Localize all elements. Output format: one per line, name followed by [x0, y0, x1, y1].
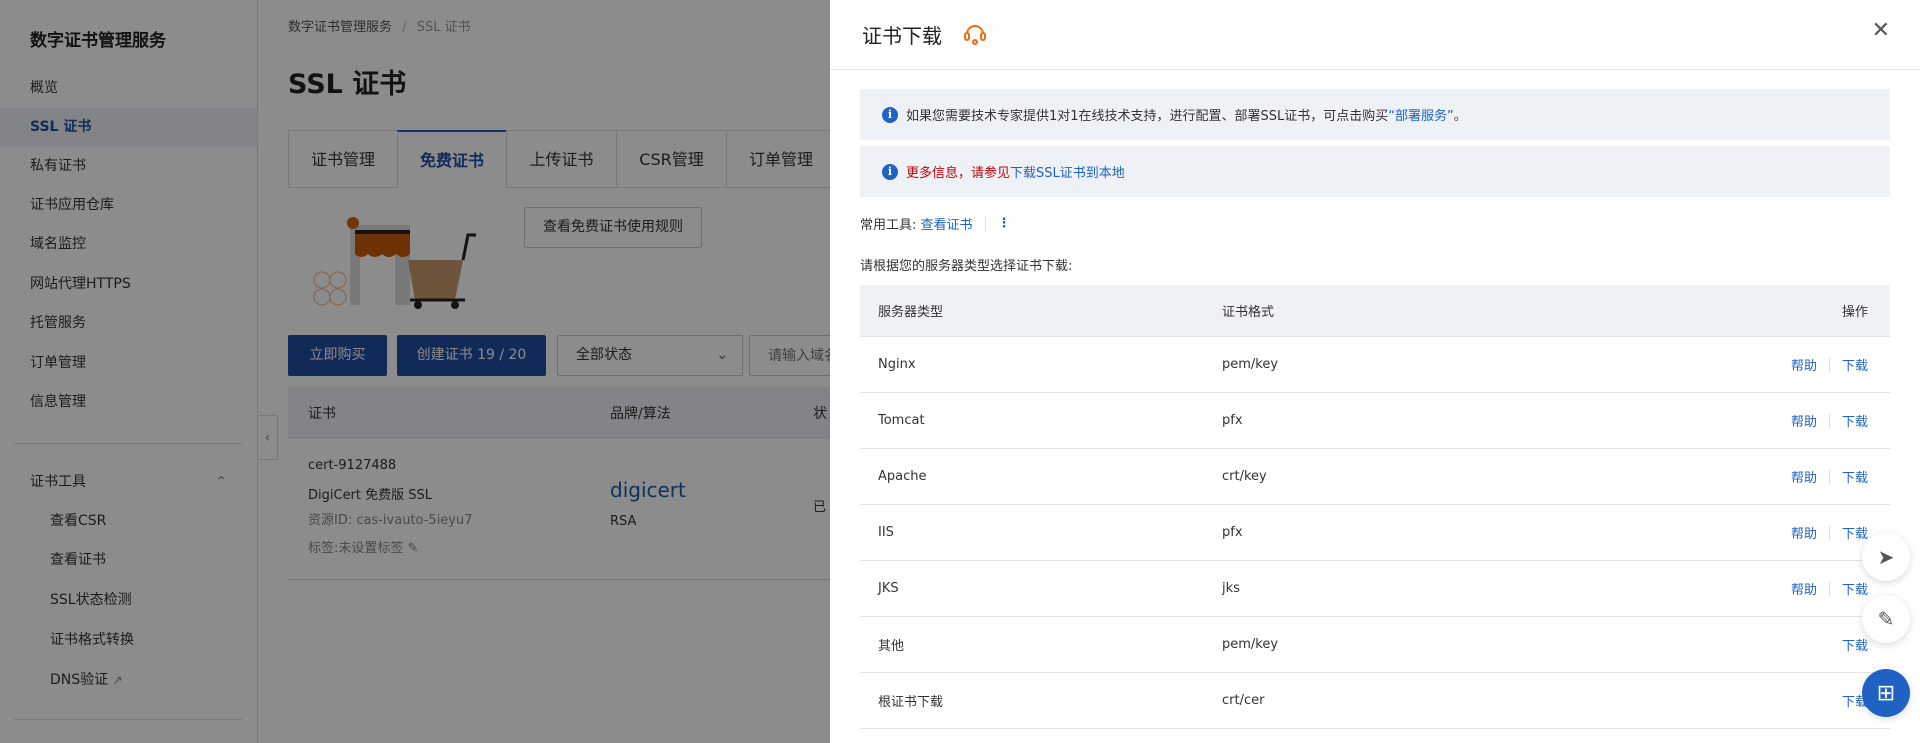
row-actions: 帮助 下载: [1791, 411, 1868, 430]
info-icon: i: [882, 106, 898, 123]
col-actions: 操作: [1841, 305, 1868, 320]
cert-format: crt/cer: [1222, 693, 1265, 708]
drawer-title: 证书下载: [862, 24, 942, 48]
server-type: Tomcat: [878, 413, 925, 428]
cert-format: jks: [1222, 581, 1240, 596]
download-table-row: Apache crt/key 帮助 下载: [860, 449, 1890, 505]
download-link[interactable]: 下载: [1842, 635, 1868, 654]
dingtalk-button[interactable]: ➤: [1862, 533, 1910, 581]
cert-format: pfx: [1222, 525, 1243, 540]
info-text: 如果您需要技术专家提供1对1在线技术支持，进行配置、部署SSL证书，可点击购买: [906, 109, 1389, 124]
info-end: 。: [1453, 109, 1467, 124]
help-link[interactable]: 帮助: [1791, 411, 1817, 430]
row-actions: 帮助 下载: [1791, 523, 1868, 542]
cert-format: pem/key: [1222, 637, 1279, 652]
download-link[interactable]: 下载: [1842, 411, 1868, 430]
help-link[interactable]: 帮助: [1791, 355, 1817, 374]
download-prompt: 请根据您的服务器类型选择证书下载:: [860, 259, 1073, 274]
tools-label: 常用工具:: [860, 218, 917, 233]
feedback-button[interactable]: ✎: [1862, 595, 1910, 643]
download-link[interactable]: 下载: [1842, 579, 1868, 598]
cert-format: crt/key: [1222, 469, 1267, 484]
col-server-type: 服务器类型: [878, 305, 944, 320]
more-info-text: 更多信息，请参见: [906, 166, 1011, 181]
help-link[interactable]: 帮助: [1791, 579, 1817, 598]
grid-icon: ⊞: [1876, 680, 1896, 706]
download-table-header: 服务器类型 证书格式 操作: [860, 285, 1890, 337]
more-vertical-icon[interactable]: ⋮: [998, 216, 1011, 231]
download-table-row: IIS pfx 帮助 下载: [860, 505, 1890, 561]
common-tools: 常用工具: 查看证书 ⋮: [860, 214, 1011, 233]
separator: [1828, 469, 1830, 484]
info-icon: i: [882, 163, 898, 180]
modal-overlay[interactable]: [0, 0, 830, 743]
row-actions: 帮助 下载: [1791, 467, 1868, 486]
apps-button[interactable]: ⊞: [1862, 669, 1910, 717]
dingtalk-icon: ➤: [1877, 545, 1895, 569]
separator: [1828, 413, 1830, 428]
server-type: 根证书下载: [878, 695, 944, 710]
info-banner-more: i 更多信息，请参见 下载SSL证书到本地: [860, 146, 1890, 197]
download-table-row: Tomcat pfx 帮助 下载: [860, 393, 1890, 449]
separator: [1828, 357, 1830, 372]
server-type: JKS: [878, 581, 899, 596]
help-link[interactable]: 帮助: [1791, 523, 1817, 542]
download-table-row: JKS jks 帮助 下载: [860, 561, 1890, 617]
server-type: Apache: [878, 469, 927, 484]
cert-format: pem/key: [1222, 357, 1279, 372]
header-divider: [830, 69, 1920, 70]
help-link[interactable]: 帮助: [1791, 467, 1817, 486]
server-type: IIS: [878, 525, 894, 540]
deploy-service-link[interactable]: “部署服务”: [1388, 105, 1453, 124]
cert-format: pfx: [1222, 413, 1243, 428]
download-table-row: Nginx pem/key 帮助 下载: [860, 337, 1890, 393]
download-link[interactable]: 下载: [1842, 355, 1868, 374]
row-actions: 帮助 下载: [1791, 355, 1868, 374]
server-type: Nginx: [878, 357, 916, 372]
download-link[interactable]: 下载: [1842, 523, 1868, 542]
row-actions: 下载: [1842, 635, 1868, 654]
download-ssl-doc-link[interactable]: 下载SSL证书到本地: [1010, 162, 1125, 181]
close-icon[interactable]: ✕: [1872, 18, 1890, 43]
cert-download-drawer: 证书下载 ✕ i 如果您需要技术专家提供1对1在线技术支持，进行配置、部署SSL证…: [830, 0, 1920, 743]
download-table-row: 其他 pem/key 下载: [860, 617, 1890, 673]
download-link[interactable]: 下载: [1842, 467, 1868, 486]
server-type: 其他: [878, 639, 905, 654]
row-actions: 帮助 下载: [1791, 579, 1868, 598]
view-cert-link[interactable]: 查看证书: [921, 214, 973, 233]
edit-icon: ✎: [1877, 607, 1895, 631]
headset-icon[interactable]: [962, 20, 988, 46]
separator: [1828, 581, 1830, 596]
separator: [1828, 525, 1830, 540]
download-table-row: 根证书下载 crt/cer 下载: [860, 673, 1890, 729]
separator: [984, 216, 986, 231]
info-banner-service: i 如果您需要技术专家提供1对1在线技术支持，进行配置、部署SSL证书，可点击购买…: [860, 89, 1890, 140]
col-format: 证书格式: [1222, 305, 1275, 320]
